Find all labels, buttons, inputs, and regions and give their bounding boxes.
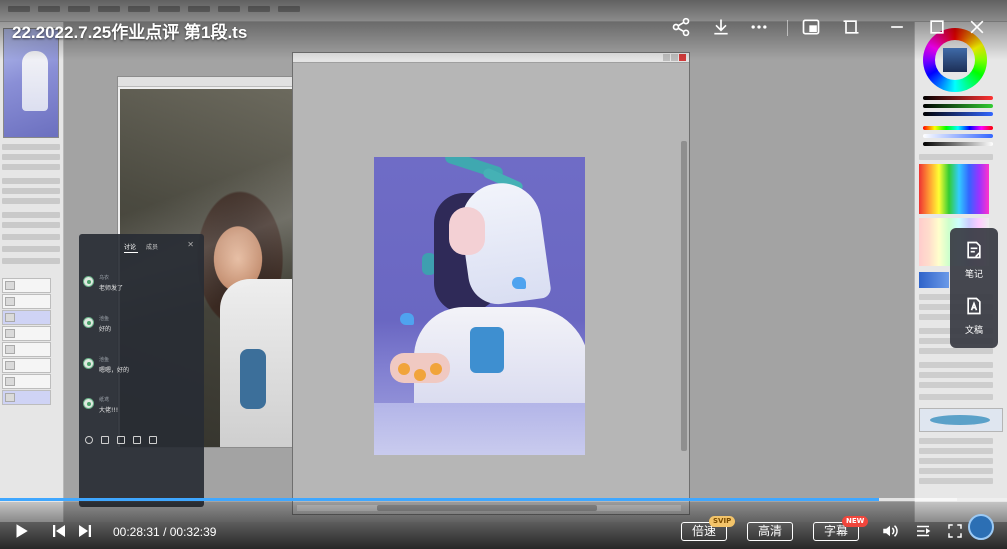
chat-nickname: 池鱼 [99, 357, 110, 363]
maximize-icon[interactable] [926, 16, 948, 38]
navigator-panel [0, 22, 64, 522]
current-time: 00:28:31 [113, 525, 160, 539]
pin-on-top-icon[interactable] [840, 16, 862, 38]
play-button[interactable] [10, 520, 32, 542]
notes-label: 笔记 [964, 270, 983, 280]
playlist-icon [917, 525, 931, 537]
brush-preview [919, 408, 1003, 432]
previous-button[interactable] [48, 520, 70, 542]
chat-toolbar [85, 436, 195, 446]
chat-message: 池鱼 嗯嗯，好的 [83, 356, 198, 382]
chat-text: 老师发了 [99, 285, 124, 292]
picture-in-picture-icon[interactable] [800, 16, 822, 38]
manuscript-button[interactable]: 文稿 [950, 288, 998, 338]
chat-avatar [83, 317, 94, 328]
side-tools-widget: 笔记 文稿 [950, 228, 998, 348]
volume-icon [883, 525, 898, 537]
playlist-button[interactable] [912, 520, 934, 542]
manuscript-label: 文稿 [964, 326, 983, 336]
new-badge: NEW [842, 516, 869, 527]
student-artwork [374, 157, 585, 455]
video-player[interactable]: ​ 22.2022.7. [0, 0, 1007, 549]
notes-button[interactable]: 笔记 [950, 232, 998, 282]
fullscreen-icon [948, 524, 962, 538]
share-icon[interactable] [670, 16, 692, 38]
chat-avatar [83, 358, 94, 369]
progress-played [0, 498, 879, 501]
total-time: 00:32:39 [169, 525, 217, 539]
chat-avatar [83, 276, 94, 287]
chat-tab-discussion: 讨论 [124, 244, 137, 251]
chat-message: 纸鸢 大佬!!! [83, 396, 198, 422]
notes-icon [967, 241, 981, 259]
download-icon[interactable] [710, 16, 732, 38]
manuscript-icon [967, 297, 981, 315]
chat-text: 好的 [99, 326, 112, 333]
chat-nickname: 池鱼 [99, 316, 110, 322]
skip-previous-icon [53, 525, 65, 537]
play-icon [16, 524, 28, 538]
minimize-icon[interactable] [886, 16, 908, 38]
video-title: 22.2022.7.25作业点评 第1段.ts [12, 23, 248, 42]
chat-close-icon: ✕ [187, 240, 194, 249]
svip-badge: SVIP [709, 516, 736, 527]
progress-bar[interactable] [0, 498, 1007, 501]
time-separator: / [163, 525, 167, 539]
color-swatches [919, 164, 989, 214]
chat-nickname: 纸鸢 [99, 397, 110, 403]
chat-text: 大佬!!! [99, 407, 119, 414]
chat-message: 池鱼 好的 [83, 315, 198, 341]
chat-message: 乌衣 老师发了 [83, 274, 198, 300]
assistant-avatar[interactable] [968, 514, 994, 540]
close-icon[interactable] [966, 16, 988, 38]
next-button[interactable] [74, 520, 96, 542]
chat-avatar [83, 398, 94, 409]
skip-next-icon [79, 525, 91, 537]
artwork-vertical-scrollbar [681, 141, 687, 451]
chat-text: 嗯嗯，好的 [99, 367, 130, 374]
fullscreen-button[interactable] [944, 520, 966, 542]
timecode: 00:28:31 / 00:32:39 [113, 525, 216, 539]
chat-tab-members: 成员 [146, 244, 159, 251]
chat-overlay: 讨论 成员 ✕ 乌衣 老师发了 池鱼 好的 池鱼 嗯嗯，好的 纸鸢 大佬!!! [79, 234, 204, 507]
top-separator [787, 20, 788, 36]
quality-button[interactable]: 高清 [747, 522, 793, 541]
volume-button[interactable] [878, 520, 902, 542]
chat-nickname: 乌衣 [99, 275, 110, 281]
more-icon[interactable] [748, 16, 770, 38]
